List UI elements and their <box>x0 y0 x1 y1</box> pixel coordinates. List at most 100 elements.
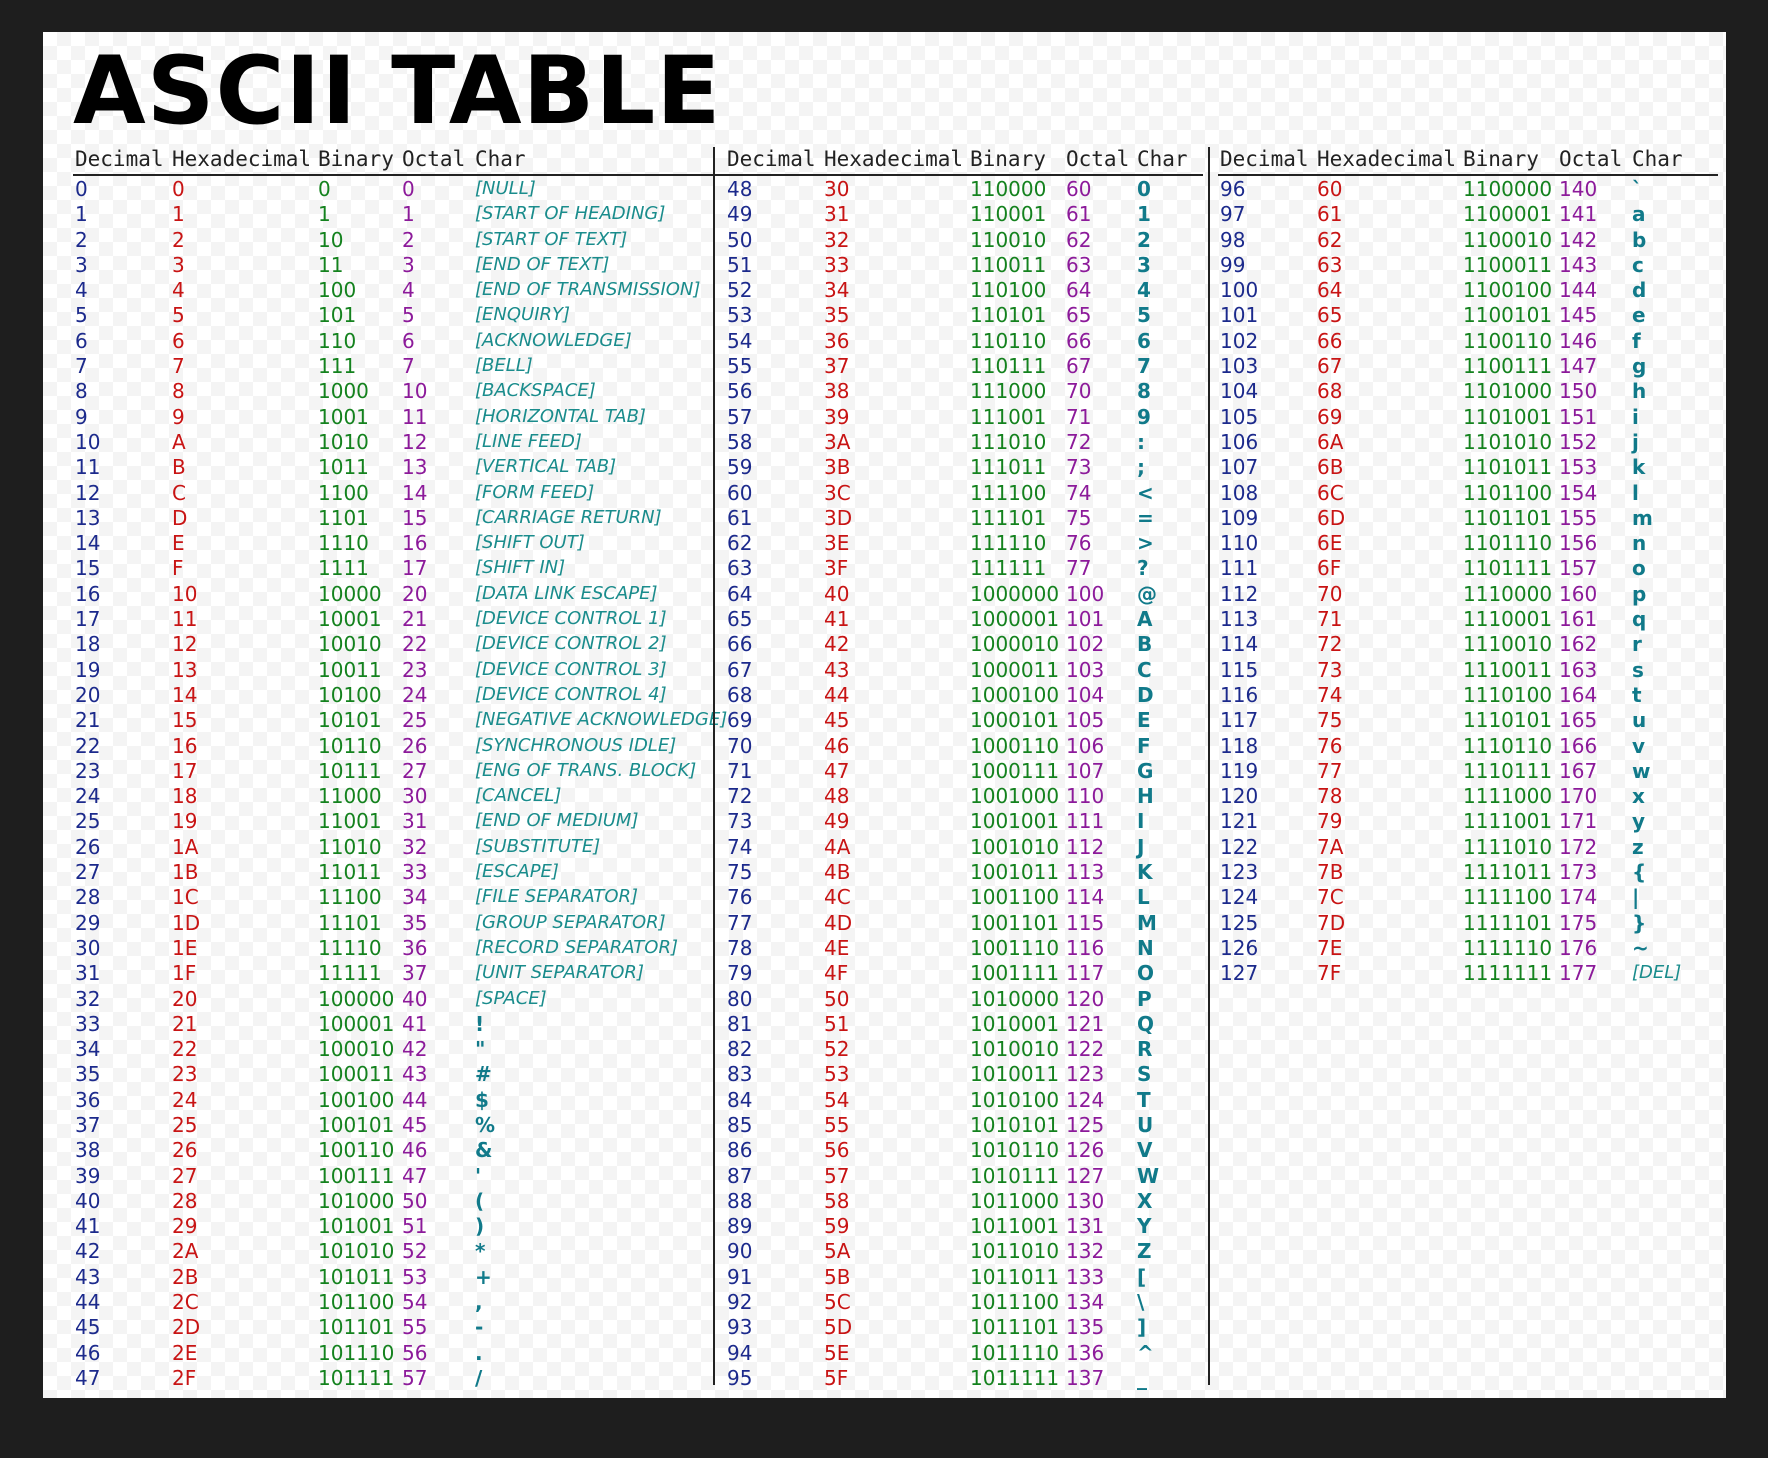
cell-char: M <box>1137 910 1157 935</box>
cell-decimal: 61 <box>727 505 753 530</box>
cell-char: Q <box>1137 1011 1155 1036</box>
cell-binary: 10011 <box>318 657 382 682</box>
cell-decimal: 2 <box>75 227 88 252</box>
cell-hexadecimal: 45 <box>824 708 850 733</box>
cell-hexadecimal: 5B <box>824 1264 851 1289</box>
table-row: 2 2 10 2 [START OF TEXT] <box>73 227 753 252</box>
header-binary: Binary <box>970 147 1046 171</box>
cell-decimal: 68 <box>727 682 753 707</box>
cell-decimal: 93 <box>727 1315 753 1340</box>
table-row: 50 32 110010 62 2 <box>725 227 1203 252</box>
cell-binary: 0 <box>318 177 331 201</box>
cell-char: } <box>1632 910 1647 935</box>
cell-binary: 110010 <box>970 227 1047 252</box>
table-row: 60 3C 111100 74 < <box>725 480 1203 505</box>
cell-decimal: 24 <box>75 784 101 809</box>
table-row: 74 4A 1001010 112 J <box>725 834 1203 859</box>
cell-binary: 1100100 <box>1463 278 1553 303</box>
cell-hexadecimal: 31 <box>824 202 850 227</box>
cell-octal: 4 <box>402 278 415 303</box>
cell-decimal: 106 <box>1220 429 1259 454</box>
cell-hexadecimal: 5A <box>824 1239 851 1264</box>
cell-decimal: 7 <box>75 354 88 379</box>
cell-binary: 100 <box>318 278 357 303</box>
cell-char: b <box>1632 227 1647 252</box>
cell-decimal: 29 <box>75 910 101 935</box>
cell-decimal: 78 <box>727 935 753 960</box>
cell-decimal: 45 <box>75 1315 101 1340</box>
cell-decimal: 31 <box>75 961 101 986</box>
cell-char: h <box>1632 379 1647 404</box>
cell-binary: 1101000 <box>1463 379 1553 404</box>
table-row: 4 4 100 4 [END OF TRANSMISSION] <box>73 277 753 302</box>
cell-hexadecimal: 4 <box>172 278 185 303</box>
cell-octal: 121 <box>1066 1011 1105 1036</box>
cell-hexadecimal: 20 <box>172 986 198 1011</box>
cell-decimal: 118 <box>1220 733 1259 758</box>
cell-hexadecimal: 64 <box>1317 278 1343 303</box>
cell-decimal: 104 <box>1220 379 1259 404</box>
cell-binary: 1111100 <box>1463 885 1553 910</box>
cell-binary: 101010 <box>318 1239 395 1264</box>
table-group-1: Decimal Hexadecimal Binary Octal Char 0 0 0 0 [NU… <box>73 144 753 1390</box>
cell-binary: 1011000 <box>970 1188 1060 1213</box>
cell-hexadecimal: 3E <box>824 531 850 556</box>
table-row: 94 5E 1011110 136 ^ <box>725 1340 1203 1365</box>
cell-char: p <box>1632 581 1647 606</box>
cell-binary: 1010011 <box>970 1062 1060 1087</box>
table-row: 22 16 10110 26 [SYNCHRONOUS IDLE] <box>73 733 753 758</box>
cell-char: d <box>1632 278 1647 303</box>
table-row: 78 4E 1001110 116 N <box>725 935 1203 960</box>
table-row: 67 43 1000011 103 C <box>725 657 1203 682</box>
cell-octal: 67 <box>1066 354 1092 379</box>
cell-octal: 36 <box>402 935 428 960</box>
table-row: 48 30 110000 60 0 <box>725 176 1203 201</box>
table-row: 44 2C 101100 54, <box>73 1289 753 1314</box>
cell-octal: 164 <box>1559 682 1598 707</box>
cell-char: [ESCAPE] <box>475 861 559 883</box>
cell-hexadecimal: 7A <box>1317 834 1344 859</box>
cell-decimal: 117 <box>1220 708 1259 733</box>
cell-decimal: 109 <box>1220 505 1259 530</box>
cell-hexadecimal: E <box>172 531 185 556</box>
cell-octal: 105 <box>1066 708 1105 733</box>
cell-decimal: 46 <box>75 1340 101 1365</box>
cell-binary: 1110111 <box>1463 758 1553 783</box>
cell-octal: 162 <box>1559 632 1598 657</box>
header-hexadecimal: Hexadecimal <box>172 147 312 171</box>
cell-octal: 3 <box>402 252 415 277</box>
cell-binary: 111001 <box>970 404 1047 429</box>
cell-decimal: 98 <box>1220 227 1246 252</box>
cell-decimal: 56 <box>727 379 753 404</box>
cell-binary: 111111 <box>970 556 1047 581</box>
table-row: 115 73 1110011 163 s <box>1218 657 1718 682</box>
cell-decimal: 27 <box>75 860 101 885</box>
cell-binary: 1011100 <box>970 1290 1060 1315</box>
cell-octal: 2 <box>402 227 415 252</box>
cell-octal: 113 <box>1066 860 1105 885</box>
cell-decimal: 42 <box>75 1239 101 1264</box>
cell-binary: 11010 <box>318 834 382 859</box>
cell-octal: 111 <box>1066 809 1105 834</box>
cell-hexadecimal: 7F <box>1317 961 1342 986</box>
cell-char: [GROUP SEPARATOR] <box>475 911 666 933</box>
cell-binary: 110000 <box>970 177 1047 201</box>
cell-hexadecimal: F <box>172 556 184 581</box>
cell-char: f <box>1632 328 1641 353</box>
cell-octal: 43 <box>402 1062 428 1087</box>
table-row: 72 48 1001000 110 H <box>725 783 1203 808</box>
cell-char: [RECORD SEPARATOR] <box>475 936 679 958</box>
cell-octal: 114 <box>1066 885 1105 910</box>
cell-hexadecimal: 2B <box>172 1264 199 1289</box>
cell-octal: 144 <box>1559 278 1598 303</box>
cell-decimal: 30 <box>75 935 101 960</box>
cell-hexadecimal: 6 <box>172 328 185 353</box>
cell-octal: 151 <box>1559 404 1598 429</box>
cell-char: [NEGATIVE ACKNOWLEDGE] <box>475 709 728 731</box>
cell-char: Z <box>1137 1239 1152 1264</box>
cell-hexadecimal: 71 <box>1317 607 1343 632</box>
cell-decimal: 84 <box>727 1087 753 1112</box>
cell-binary: 1010111 <box>970 1163 1060 1188</box>
cell-octal: 100 <box>1066 581 1105 606</box>
cell-octal: 163 <box>1559 657 1598 682</box>
